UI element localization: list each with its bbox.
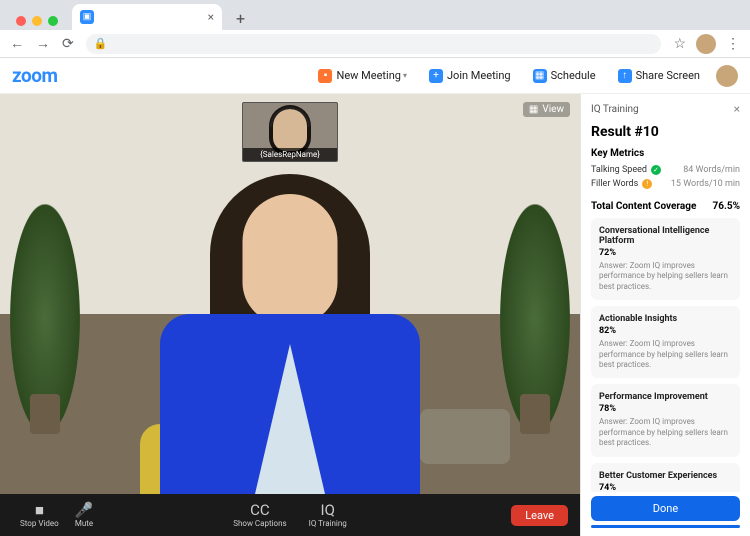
view-mode-button[interactable]: ▦ View	[523, 102, 570, 117]
microphone-icon: 🎤	[75, 503, 94, 518]
forward-icon[interactable]: →	[36, 35, 50, 52]
main-video: {SalesRepName} ▦ View	[0, 94, 580, 494]
window-controls	[8, 16, 66, 30]
meeting-stage: {SalesRepName} ▦ View ■ Stop Video 🎤 Mut…	[0, 94, 750, 536]
tab-strip: ▣ × +	[0, 0, 750, 30]
maximize-window-icon[interactable]	[48, 16, 58, 26]
card-percent: 82%	[599, 326, 732, 336]
warning-icon: !	[642, 179, 652, 189]
mute-button[interactable]: 🎤 Mute	[67, 503, 102, 528]
card-percent: 74%	[599, 483, 732, 492]
participant-video	[150, 134, 430, 494]
join-meeting-button[interactable]: + Join Meeting	[423, 65, 517, 87]
coverage-card: Performance Improvement 78% Answer: Zoom…	[591, 384, 740, 456]
new-meeting-button[interactable]: ▪ New Meeting ▾	[312, 65, 413, 87]
captions-label: Show Captions	[233, 519, 286, 528]
card-title: Conversational Intelligence Platform	[599, 226, 732, 246]
chrome-right: ☆ ⋮	[673, 34, 740, 54]
check-icon: ✓	[651, 165, 661, 175]
tcc-value: 76.5%	[712, 201, 740, 212]
coverage-card: Better Customer Experiences 74% Answer: …	[591, 463, 740, 492]
view-label: View	[542, 104, 564, 115]
minimize-window-icon[interactable]	[32, 16, 42, 26]
coverage-card: Actionable Insights 82% Answer: Zoom IQ …	[591, 306, 740, 378]
video-area: {SalesRepName} ▦ View ■ Stop Video 🎤 Mut…	[0, 94, 580, 536]
card-title: Performance Improvement	[599, 392, 732, 402]
share-icon: ↑	[618, 69, 632, 83]
metric-value: 84 Words/min	[683, 165, 740, 175]
pip-name-label: {SalesRepName}	[243, 148, 337, 161]
panel-title: IQ Training	[591, 104, 639, 115]
cc-icon: CC	[250, 503, 270, 518]
schedule-button[interactable]: ▦ Schedule	[527, 65, 602, 87]
browser-chrome: ▣ × + ← → ⟳ 🔒 ☆ ⋮	[0, 0, 750, 58]
progress-bar	[591, 525, 740, 528]
plus-icon: +	[429, 69, 443, 83]
iq-icon: IQ	[321, 503, 335, 518]
coverage-card: Conversational Intelligence Platform 72%…	[591, 218, 740, 300]
captions-button[interactable]: CC Show Captions	[225, 503, 294, 528]
menu-icon[interactable]: ⋮	[726, 36, 740, 52]
close-window-icon[interactable]	[16, 16, 26, 26]
tcc-label: Total Content Coverage	[591, 201, 696, 212]
metric-row-talking-speed: Talking Speed ✓ 84 Words/min	[591, 165, 740, 175]
metric-label: Talking Speed	[591, 165, 647, 175]
zoom-logo: zoom	[12, 64, 57, 87]
zoom-favicon-icon: ▣	[80, 10, 94, 24]
metric-label: Filler Words	[591, 179, 638, 189]
iq-training-button[interactable]: IQ IQ Training	[301, 503, 355, 528]
new-tab-button[interactable]: +	[228, 9, 253, 30]
card-answer: Answer: Zoom IQ improves performance by …	[599, 417, 732, 448]
card-answer: Answer: Zoom IQ improves performance by …	[599, 339, 732, 370]
user-avatar-icon[interactable]	[716, 65, 738, 87]
panel-header: IQ Training ×	[581, 94, 750, 124]
profile-avatar-icon[interactable]	[696, 34, 716, 54]
schedule-label: Schedule	[551, 69, 596, 82]
mute-label: Mute	[75, 519, 93, 528]
back-icon[interactable]: ←	[10, 35, 24, 52]
leave-button[interactable]: Leave	[511, 505, 568, 526]
leave-label: Leave	[525, 509, 554, 522]
browser-tab[interactable]: ▣ ×	[72, 4, 222, 30]
iq-training-panel: IQ Training × Result #10 Key Metrics Tal…	[580, 94, 750, 536]
coverage-cards: Conversational Intelligence Platform 72%…	[591, 218, 740, 492]
camera-icon: ■	[35, 503, 44, 518]
bookmark-icon[interactable]: ☆	[673, 36, 686, 52]
address-bar: ← → ⟳ 🔒 ☆ ⋮	[0, 30, 750, 58]
close-panel-icon[interactable]: ×	[734, 102, 740, 116]
new-meeting-label: New Meeting	[336, 69, 400, 82]
total-coverage-row: Total Content Coverage 76.5%	[591, 201, 740, 212]
metric-value: 15 Words/10 min	[671, 179, 740, 189]
join-meeting-label: Join Meeting	[447, 69, 511, 82]
metric-row-filler-words: Filler Words ! 15 Words/10 min	[591, 179, 740, 189]
share-screen-button[interactable]: ↑ Share Screen	[612, 65, 706, 87]
self-view-thumbnail[interactable]: {SalesRepName}	[242, 102, 338, 162]
key-metrics-heading: Key Metrics	[591, 148, 740, 159]
done-label: Done	[653, 502, 678, 515]
stop-video-label: Stop Video	[20, 519, 59, 528]
result-title: Result #10	[591, 124, 740, 140]
meeting-controls: ■ Stop Video 🎤 Mute CC Show Captions IQ …	[0, 494, 580, 536]
reload-icon[interactable]: ⟳	[62, 36, 74, 52]
omnibox[interactable]: 🔒	[86, 34, 662, 54]
card-title: Actionable Insights	[599, 314, 732, 324]
chevron-down-icon[interactable]: ▾	[403, 71, 407, 80]
calendar-icon: ▦	[533, 69, 547, 83]
zoom-toolbar: zoom ▪ New Meeting ▾ + Join Meeting ▦ Sc…	[0, 58, 750, 94]
lock-icon: 🔒	[94, 37, 108, 50]
card-answer: Answer: Zoom IQ improves performance by …	[599, 261, 732, 292]
video-icon: ▪	[318, 69, 332, 83]
close-tab-icon[interactable]: ×	[208, 10, 214, 24]
card-percent: 72%	[599, 248, 732, 258]
stop-video-button[interactable]: ■ Stop Video	[12, 503, 67, 528]
grid-icon: ▦	[529, 104, 538, 115]
iq-training-label: IQ Training	[309, 519, 347, 528]
card-percent: 78%	[599, 404, 732, 414]
share-screen-label: Share Screen	[636, 69, 700, 82]
card-title: Better Customer Experiences	[599, 471, 732, 481]
done-button[interactable]: Done	[591, 496, 740, 521]
